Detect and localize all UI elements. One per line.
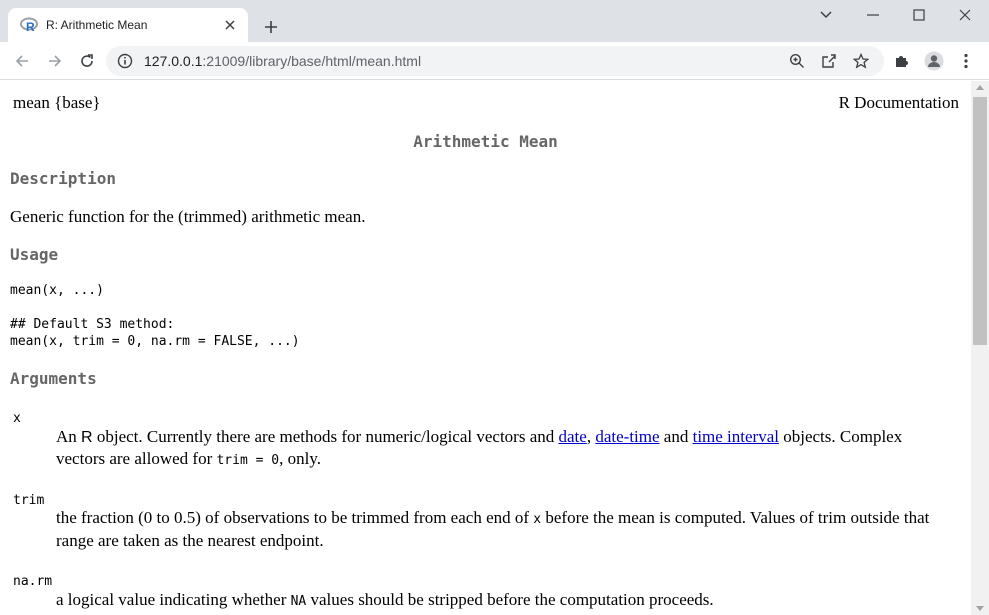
tab-title: R: Arithmetic Mean [46,18,148,32]
arg-desc-trim: the fraction (0 to 0.5) of observations … [56,508,930,550]
reload-icon[interactable] [73,47,101,75]
page-content: mean {base} R Documentation Arithmetic M… [0,81,971,615]
bookmark-star-icon[interactable] [851,51,871,71]
usage-comment: ## Default S3 method: [10,317,175,332]
arg-name-na-rm: na.rm [13,574,53,589]
minimize-icon[interactable] [853,4,893,26]
tab-strip: R R: Arithmetic Mean [0,0,989,42]
r-logo-icon: R [20,16,38,34]
link-time-interval[interactable]: time interval [693,427,779,446]
arg-name-x: x [13,411,21,426]
extensions-icon[interactable] [887,47,915,75]
forward-icon[interactable] [41,47,69,75]
new-tab-button[interactable] [258,14,284,40]
doc-topic: mean {base} [13,93,101,112]
browser-tab[interactable]: R R: Arithmetic Mean [8,8,248,42]
tab-search-icon[interactable] [806,4,846,26]
scroll-up-icon[interactable] [976,85,984,90]
zoom-icon[interactable] [787,51,807,71]
scroll-down-icon[interactable] [976,606,984,611]
site-info-icon[interactable] [116,52,134,70]
back-icon[interactable] [8,47,36,75]
page-title: Arithmetic Mean [413,132,558,151]
scrollbar-thumb[interactable] [973,97,987,345]
menu-kebab-icon[interactable] [952,47,980,75]
profile-avatar-icon[interactable] [920,47,948,75]
arg-name-trim: trim [13,493,45,508]
close-tab-icon[interactable] [222,17,238,33]
address-bar[interactable]: 127.0.0.1:21009/library/base/html/mean.h… [106,46,884,76]
close-window-icon[interactable] [945,4,985,26]
link-date[interactable]: date [559,427,587,446]
share-icon[interactable] [819,51,839,71]
description-text: Generic function for the (trimmed) arith… [10,207,366,226]
usage-heading: Usage [10,245,59,264]
arg-desc-x: An R object. Currently there are methods… [56,427,903,468]
link-date-time[interactable]: date-time [595,427,659,446]
arg-desc-na-rm: a logical value indicating whether NA va… [56,590,714,609]
maximize-icon[interactable] [899,4,939,26]
svg-text:R: R [26,20,35,33]
usage-line: mean(x, ...) [10,283,104,298]
vertical-scrollbar[interactable] [971,81,989,615]
arguments-heading: Arguments [10,369,97,388]
usage-line-default: mean(x, trim = 0, na.rm = FALSE, ...) [10,334,300,349]
doc-source: R Documentation [838,93,959,112]
description-heading: Description [10,169,116,188]
browser-toolbar: 127.0.0.1:21009/library/base/html/mean.h… [0,42,989,80]
url-text[interactable]: 127.0.0.1:21009/library/base/html/mean.h… [144,53,421,69]
